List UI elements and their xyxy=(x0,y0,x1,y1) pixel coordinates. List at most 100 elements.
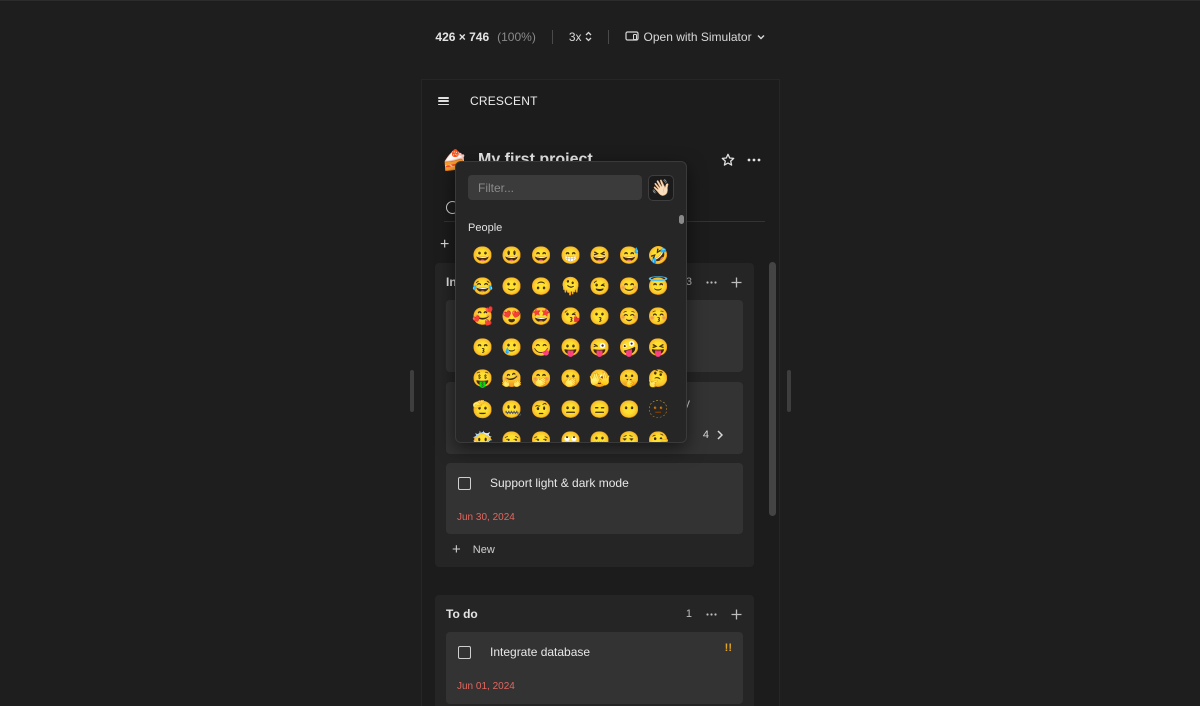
column-actions: 3 xyxy=(686,276,742,288)
emoji-option[interactable]: 😀 xyxy=(468,240,497,271)
resize-handle-left[interactable] xyxy=(410,370,414,412)
emoji-option[interactable]: 😏 xyxy=(497,425,526,442)
emoji-option[interactable]: 😛 xyxy=(556,332,585,363)
emoji-option[interactable]: 😗 xyxy=(585,302,614,333)
emoji-option[interactable]: 😘 xyxy=(556,302,585,333)
emoji-option[interactable]: 😝 xyxy=(644,332,673,363)
emoji-option[interactable]: 🤥 xyxy=(644,425,673,442)
emoji-option[interactable]: 😅 xyxy=(614,240,643,271)
emoji-option[interactable]: 🫠 xyxy=(556,271,585,302)
emoji-option[interactable]: 😍 xyxy=(497,302,526,333)
more-icon[interactable] xyxy=(706,612,717,616)
emoji-option[interactable]: 🤔 xyxy=(644,363,673,394)
emoji-option[interactable]: 😑 xyxy=(585,394,614,425)
toolbar-divider xyxy=(551,29,553,44)
zoom-level: (100%) xyxy=(497,29,536,44)
app-header: CRESCENT xyxy=(422,80,779,122)
emoji-option[interactable]: 😒 xyxy=(527,425,556,442)
emoji-option[interactable]: 🤩 xyxy=(527,302,556,333)
menu-icon[interactable] xyxy=(438,97,449,105)
emoji-option[interactable]: 😜 xyxy=(585,332,614,363)
chevron-updown-icon xyxy=(585,31,591,42)
column-title[interactable]: To do xyxy=(446,607,478,621)
plus-icon[interactable] xyxy=(731,277,742,288)
emoji-option[interactable]: 🥲 xyxy=(497,332,526,363)
skin-tone-button[interactable]: 👋🏻 xyxy=(648,175,674,201)
emoji-option[interactable]: 🤨 xyxy=(527,394,556,425)
preview-toolbar: 426 × 746 (100%) 3x Open with Simulator xyxy=(0,0,1200,72)
emoji-option[interactable]: 🙃 xyxy=(527,271,556,302)
app-title: CRESCENT xyxy=(470,94,538,108)
column-count: 1 xyxy=(685,608,692,620)
emoji-option[interactable]: 😆 xyxy=(585,240,614,271)
emoji-option[interactable]: 🤪 xyxy=(614,332,643,363)
emoji-option[interactable]: 🤑 xyxy=(468,363,497,394)
plus-icon: + xyxy=(452,541,461,558)
new-task-label: New xyxy=(472,543,495,556)
star-icon[interactable] xyxy=(721,153,735,167)
emoji-option[interactable]: 😄 xyxy=(527,240,556,271)
task-due-date: Jun 30, 2024 xyxy=(457,512,515,523)
emoji-option[interactable]: 😶‍🌫️ xyxy=(468,425,497,442)
chevron-down-icon xyxy=(757,34,765,39)
emoji-filter-input[interactable] xyxy=(468,175,642,200)
task-card[interactable]: Integrate database !! Jun 01, 2024 xyxy=(446,632,743,704)
emoji-option[interactable]: 🤣 xyxy=(644,240,673,271)
viewport-size: 426 × 746 xyxy=(435,29,490,44)
emoji-option[interactable]: 🤫 xyxy=(614,363,643,394)
emoji-option[interactable]: 🙂 xyxy=(497,271,526,302)
task-due-date: Jun 01, 2024 xyxy=(457,681,515,692)
emoji-option[interactable]: 😶 xyxy=(614,394,643,425)
more-icon[interactable] xyxy=(747,158,761,162)
emoji-option[interactable]: 😂 xyxy=(468,271,497,302)
task-title: Support light & dark mode xyxy=(490,476,629,490)
open-with-simulator-button[interactable]: Open with Simulator xyxy=(624,29,765,44)
emoji-picker: 👋🏻 People 😀😃😄😁😆😅🤣 😂🙂🙃🫠😉😊😇 🥰😍🤩😘😗☺️😚 😙🥲😋😛😜🤪😝 🤑… xyxy=(455,161,687,443)
emoji-option[interactable]: 😚 xyxy=(644,302,673,333)
picker-scrollbar[interactable] xyxy=(679,215,684,224)
resize-handle-right[interactable] xyxy=(787,370,791,412)
subtask-count[interactable]: 4 xyxy=(703,429,723,441)
emoji-option[interactable]: 🫡 xyxy=(468,394,497,425)
open-with-label: Open with Simulator xyxy=(643,29,752,44)
emoji-option[interactable]: 😮‍💨 xyxy=(614,425,643,442)
emoji-category-label: People xyxy=(468,222,503,234)
add-section-icon[interactable]: + xyxy=(440,236,449,254)
emoji-option[interactable]: 😃 xyxy=(497,240,526,271)
emoji-option[interactable]: 🫢 xyxy=(556,363,585,394)
priority-flag: !! xyxy=(724,642,732,654)
emoji-option[interactable]: ☺️ xyxy=(614,302,643,333)
column-to-do: To do 1 Integrate database !! Jun 01, 20… xyxy=(435,595,754,706)
emoji-option[interactable]: 😇 xyxy=(644,271,673,302)
emoji-grid: 😀 😃 😄 😁 😆 😅 🤣 😂 🙂 🙃 🫠 😉 😊 😇 🥰 😍 🤩 😘 😗 ☺️ 😚 😙 🥲 😋 😛 😜 🤪 😝 🤑 🤗 🤭 🫢 🫣 🤫 🤔 🫡 🤐 🤨 😐… xyxy=(468,240,674,442)
emoji-option[interactable]: 😁 xyxy=(556,240,585,271)
toolbar-divider xyxy=(607,29,609,44)
task-card[interactable]: Support light & dark mode Jun 30, 2024 xyxy=(446,463,743,534)
emoji-option[interactable]: 😙 xyxy=(468,332,497,363)
emoji-option[interactable]: 🫣 xyxy=(585,363,614,394)
emoji-option[interactable]: 😐 xyxy=(556,394,585,425)
project-actions xyxy=(721,153,761,167)
emoji-option[interactable]: 🤭 xyxy=(527,363,556,394)
emoji-option[interactable]: 🤗 xyxy=(497,363,526,394)
column-actions: 1 xyxy=(686,608,742,620)
emoji-option[interactable]: 😋 xyxy=(527,332,556,363)
task-checkbox[interactable] xyxy=(458,646,471,659)
scrollbar[interactable] xyxy=(769,262,776,516)
device-icon xyxy=(624,31,639,41)
scale-value: 3x xyxy=(568,29,582,44)
emoji-option[interactable]: 🤐 xyxy=(497,394,526,425)
emoji-option[interactable]: 🙄 xyxy=(556,425,585,442)
more-icon[interactable] xyxy=(706,280,717,284)
new-task-button[interactable]: + New xyxy=(452,541,495,558)
scale-selector[interactable]: 3x xyxy=(569,30,592,44)
emoji-option[interactable]: 😉 xyxy=(585,271,614,302)
task-title: Integrate database xyxy=(490,645,591,659)
emoji-option[interactable]: 😊 xyxy=(614,271,643,302)
emoji-option[interactable]: 😬 xyxy=(585,425,614,442)
emoji-option[interactable]: 🥰 xyxy=(468,302,497,333)
task-checkbox[interactable] xyxy=(458,477,471,490)
emoji-option[interactable]: 🫥 xyxy=(644,394,673,425)
column-header: To do 1 xyxy=(446,595,742,633)
plus-icon[interactable] xyxy=(731,609,742,620)
